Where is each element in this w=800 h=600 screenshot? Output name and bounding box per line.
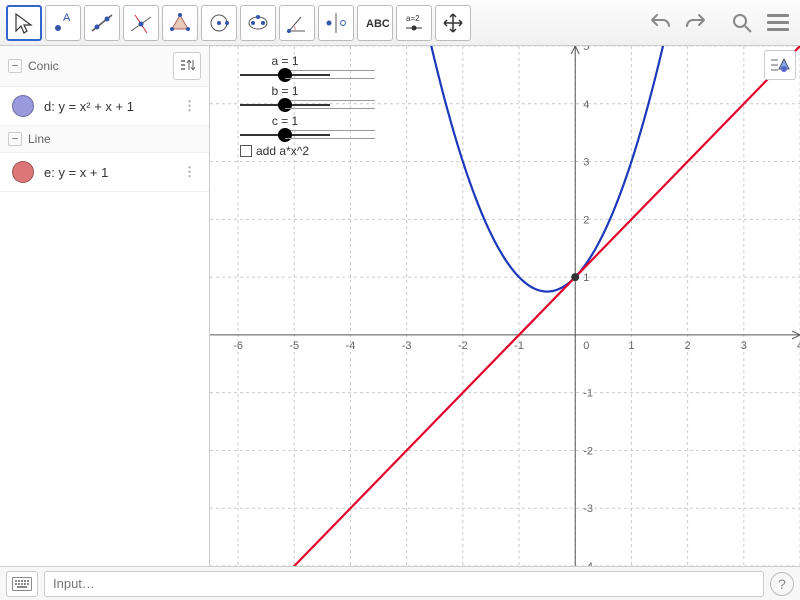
tool-ellipse[interactable] (240, 5, 276, 41)
style-bar-button[interactable] (764, 50, 796, 80)
object-menu-icon[interactable]: ⋮ (179, 98, 201, 114)
tool-polygon[interactable] (162, 5, 198, 41)
svg-text:2: 2 (583, 214, 589, 226)
object-d[interactable]: d: y = x² + x + 1 ⋮ (0, 87, 209, 126)
section-title: Line (28, 132, 51, 146)
redo-button[interactable] (680, 7, 712, 39)
svg-text:2: 2 (685, 340, 691, 352)
tool-move[interactable] (6, 5, 42, 41)
object-label: e: y = x + 1 (44, 165, 179, 180)
toolbar: A ABC a=2 (0, 0, 800, 46)
svg-text:-4: -4 (583, 561, 593, 566)
svg-text:3: 3 (583, 157, 589, 169)
keyboard-button[interactable] (6, 571, 38, 597)
section-line[interactable]: − Line (0, 126, 209, 153)
checkbox-label: add a*x^2 (256, 144, 309, 158)
tool-angle[interactable] (279, 5, 315, 41)
sort-button[interactable] (173, 52, 201, 80)
tool-text[interactable]: ABC (357, 5, 393, 41)
svg-text:-5: -5 (289, 340, 299, 352)
svg-text:5: 5 (583, 46, 589, 53)
svg-text:-3: -3 (583, 503, 593, 515)
checkbox-icon[interactable] (240, 145, 252, 157)
tool-circle[interactable] (201, 5, 237, 41)
object-e[interactable]: e: y = x + 1 ⋮ (0, 153, 209, 192)
object-label: d: y = x² + x + 1 (44, 99, 179, 114)
graphics-view[interactable]: -6-5-4-3-2-11234-4-3-2-1123450 a = 1 b =… (210, 46, 800, 566)
menu-button[interactable] (762, 7, 794, 39)
point-intersection[interactable] (571, 273, 579, 281)
slider-b[interactable]: b = 1 (240, 84, 330, 106)
svg-text:3: 3 (741, 340, 747, 352)
slider-label: c = 1 (240, 114, 330, 128)
tool-line[interactable] (84, 5, 120, 41)
input-bar: ? (0, 566, 800, 600)
algebra-view: − Conic d: y = x² + x + 1 ⋮ − Line e: y … (0, 46, 210, 566)
color-swatch[interactable] (12, 161, 34, 183)
tool-reflect[interactable] (318, 5, 354, 41)
controls-panel: a = 1 b = 1 c = 1 add a*x^2 (240, 54, 330, 158)
svg-text:-6: -6 (233, 340, 243, 352)
slider-track[interactable] (240, 134, 330, 136)
tool-perpendicular[interactable] (123, 5, 159, 41)
svg-text:ABC: ABC (366, 18, 389, 30)
collapse-icon[interactable]: − (8, 132, 22, 146)
section-title: Conic (28, 59, 59, 73)
search-button[interactable] (726, 7, 758, 39)
svg-text:-2: -2 (458, 340, 468, 352)
svg-text:-2: -2 (583, 445, 593, 457)
tool-slider[interactable]: a=2 (396, 5, 432, 41)
svg-text:1: 1 (628, 340, 634, 352)
slider-knob[interactable] (278, 68, 292, 82)
slider-knob[interactable] (278, 98, 292, 112)
slider-label: a = 1 (240, 54, 330, 68)
tool-point[interactable]: A (45, 5, 81, 41)
slider-track[interactable] (240, 104, 330, 106)
tool-group: A ABC a=2 (6, 5, 471, 41)
color-swatch[interactable] (12, 95, 34, 117)
svg-text:-1: -1 (514, 340, 524, 352)
tool-pan[interactable] (435, 5, 471, 41)
slider-knob[interactable] (278, 128, 292, 142)
help-button[interactable]: ? (770, 572, 794, 596)
svg-text:4: 4 (583, 99, 589, 111)
svg-text:-1: -1 (583, 388, 593, 400)
slider-label: b = 1 (240, 84, 330, 98)
object-menu-icon[interactable]: ⋮ (179, 164, 201, 180)
checkbox-add-ax2[interactable]: add a*x^2 (240, 144, 330, 158)
undo-button[interactable] (644, 7, 676, 39)
slider-track[interactable] (240, 74, 330, 76)
svg-text:a=2: a=2 (406, 14, 420, 23)
svg-text:0: 0 (583, 340, 589, 352)
section-conic[interactable]: − Conic (0, 46, 209, 87)
slider-c[interactable]: c = 1 (240, 114, 330, 136)
svg-text:1: 1 (583, 272, 589, 284)
svg-text:A: A (63, 12, 71, 24)
collapse-icon[interactable]: − (8, 59, 22, 73)
svg-text:-3: -3 (402, 340, 412, 352)
svg-text:-4: -4 (346, 340, 356, 352)
slider-a[interactable]: a = 1 (240, 54, 330, 76)
input-field[interactable] (44, 571, 764, 597)
